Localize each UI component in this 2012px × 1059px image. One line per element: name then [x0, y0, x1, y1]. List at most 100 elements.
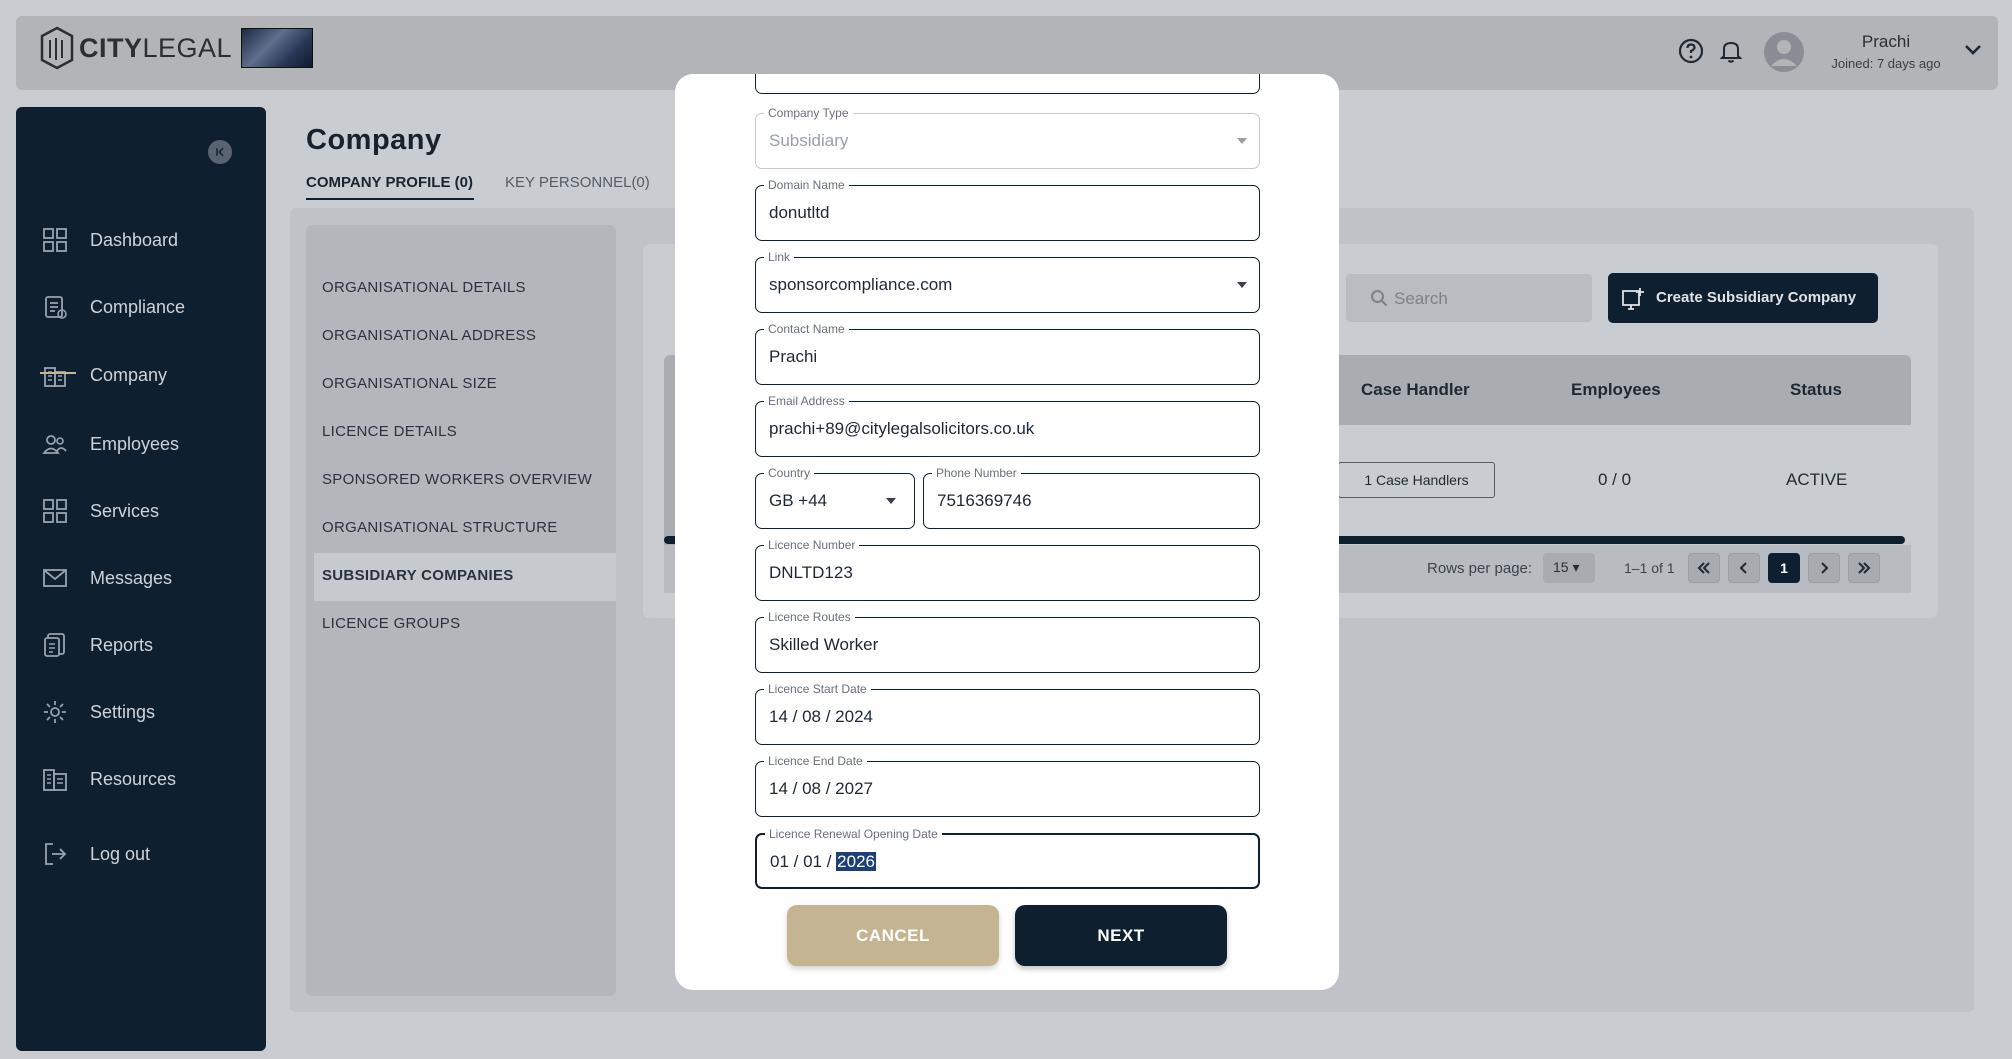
sidebar-collapse-button[interactable] [208, 140, 232, 164]
company-type-select[interactable]: Company Type Subsidiary [755, 106, 1260, 169]
contact-name-field[interactable]: Contact Name Prachi [755, 322, 1260, 385]
avatar[interactable] [1764, 32, 1804, 72]
sidebar-item-label: Log out [90, 843, 151, 864]
sidebar-item-messages[interactable]: Messages [42, 558, 172, 598]
tab-company-profile[interactable]: COMPANY PROFILE (0) [306, 174, 473, 191]
menu-item-sponsored-workers-overview[interactable]: SPONSORED WORKERS OVERVIEW [322, 471, 592, 488]
sidebar-item-label: Employees [90, 433, 180, 454]
menu-item-subsidiary-companies[interactable]: SUBSIDIARY COMPANIES [322, 567, 514, 584]
active-nav-indicator [40, 372, 76, 374]
sidebar-item-resources[interactable]: Resources [42, 759, 176, 799]
company-logo-image [241, 28, 313, 68]
bell-icon[interactable] [1716, 36, 1746, 66]
link-select[interactable]: Link sponsorcompliance.com [755, 250, 1260, 313]
subsidiary-company-modal: Company Type Subsidiary Domain Name donu… [675, 74, 1339, 990]
caret-down-icon: ▾ [1572, 559, 1580, 575]
next-button[interactable]: NEXT [1015, 905, 1227, 966]
menu-item-organisational-structure[interactable]: ORGANISATIONAL STRUCTURE [322, 519, 558, 536]
collapse-icon [216, 147, 224, 157]
search-input[interactable]: Search [1346, 274, 1592, 322]
settings-icon [44, 701, 66, 723]
company-name-field[interactable] [755, 74, 1260, 94]
first-page-button[interactable] [1688, 553, 1720, 583]
sidebar-item-label: Company [90, 364, 168, 385]
sidebar-item-label: Resources [90, 768, 177, 789]
rows-per-page-label: Rows per page: [1427, 560, 1533, 577]
caret-down-icon [1237, 138, 1247, 144]
sidebar-item-compliance[interactable]: Compliance [42, 287, 185, 327]
column-header-status[interactable]: Status [1790, 380, 1842, 400]
sidebar-item-company[interactable]: Company [42, 355, 167, 395]
chevron-left-icon [1739, 562, 1747, 574]
case-handlers-button[interactable]: 1 Case Handlers [1338, 462, 1495, 498]
sidebar-item-label: Dashboard [90, 229, 179, 250]
user-joined-date: Joined: 7 days ago [1831, 56, 1941, 71]
sidebar-item-dashboard[interactable]: Dashboard [42, 220, 178, 260]
chevron-right-icon [1821, 562, 1829, 574]
employees-count: 0 / 0 [1598, 470, 1632, 489]
section-menu: ORGANISATIONAL DETAILS ORGANISATIONAL AD… [306, 225, 616, 996]
country-code-select[interactable]: Country GB +44 [755, 466, 915, 529]
active-tab-indicator [306, 198, 474, 200]
logout-icon [45, 843, 67, 865]
sidebar-item-label: Compliance [90, 296, 186, 317]
sidebar-item-label: Settings [90, 701, 156, 722]
column-header-case-handler[interactable]: Case Handler [1361, 380, 1470, 400]
sidebar-item-label: Messages [90, 567, 173, 588]
double-chevron-left-icon [1697, 562, 1710, 574]
menu-item-licence-groups[interactable]: LICENCE GROUPS [322, 615, 460, 632]
column-header-employees[interactable]: Employees [1571, 380, 1661, 400]
citylegal-logo[interactable]: CITYLEGAL [38, 26, 232, 70]
user-icon [1771, 40, 1797, 66]
sidebar-item-employees[interactable]: Employees [42, 424, 179, 464]
selected-year-segment[interactable]: 2026 [836, 852, 876, 871]
sidebar-item-logout[interactable]: Log out [42, 834, 150, 874]
resources-icon [43, 769, 67, 791]
licence-renewal-opening-date-field[interactable]: Licence Renewal Opening Date 01 / 01 / 2… [755, 827, 1260, 889]
help-icon[interactable] [1676, 36, 1706, 66]
sidebar-item-reports[interactable]: Reports [42, 625, 153, 665]
page-button-current[interactable]: 1 [1768, 553, 1800, 583]
compliance-icon [45, 296, 67, 319]
dashboard-icon [43, 228, 67, 252]
logo-mark-icon [40, 26, 74, 70]
caret-down-icon [886, 498, 896, 504]
sidebar-item-label: Services [90, 500, 160, 521]
licence-start-date-field[interactable]: Licence Start Date 14 / 08 / 2024 [755, 682, 1260, 745]
last-page-button[interactable] [1848, 553, 1880, 583]
search-placeholder: Search [1394, 289, 1448, 308]
chevron-down-icon[interactable] [1961, 38, 1985, 62]
licence-routes-field[interactable]: Licence Routes Skilled Worker [755, 610, 1260, 673]
tab-key-personnel[interactable]: KEY PERSONNEL(0) [505, 174, 650, 191]
next-page-button[interactable] [1808, 553, 1840, 583]
create-subsidiary-company-button[interactable]: Create Subsidiary Company [1608, 273, 1878, 323]
menu-item-organisational-address[interactable]: ORGANISATIONAL ADDRESS [322, 327, 536, 344]
messages-icon [43, 569, 67, 587]
pagination-range: 1–1 of 1 [1624, 560, 1675, 576]
menu-item-licence-details[interactable]: LICENCE DETAILS [322, 423, 457, 440]
logo-text: CITYLEGAL [79, 32, 233, 63]
status-badge: ACTIVE [1786, 470, 1848, 489]
reports-icon [44, 633, 65, 657]
services-icon [43, 499, 67, 523]
licence-end-date-field[interactable]: Licence End Date 14 / 08 / 2027 [755, 754, 1260, 817]
email-field[interactable]: Email Address prachi+89@citylegalsolicit… [755, 394, 1260, 457]
page-title: Company [306, 124, 442, 156]
caret-down-icon [1237, 282, 1247, 288]
menu-item-organisational-details[interactable]: ORGANISATIONAL DETAILS [322, 279, 526, 296]
menu-item-organisational-size[interactable]: ORGANISATIONAL SIZE [322, 375, 497, 392]
company-icon [44, 367, 66, 387]
sidebar-item-settings[interactable]: Settings [42, 692, 155, 732]
sidebar: Dashboard Compliance Company Employees S… [16, 107, 266, 1051]
domain-name-field[interactable]: Domain Name donutltd [755, 178, 1260, 241]
double-chevron-right-icon [1858, 562, 1871, 574]
sidebar-item-label: Reports [90, 634, 154, 655]
sidebar-item-services[interactable]: Services [42, 491, 159, 531]
rows-per-page-select[interactable]: 15 ▾ [1543, 553, 1595, 583]
previous-page-button[interactable] [1728, 553, 1760, 583]
search-icon [1371, 290, 1388, 307]
employees-icon [42, 435, 67, 454]
licence-number-field[interactable]: Licence Number DNLTD123 [755, 538, 1260, 601]
phone-number-field[interactable]: Phone Number 7516369746 [923, 466, 1260, 529]
cancel-button[interactable]: CANCEL [787, 905, 999, 966]
